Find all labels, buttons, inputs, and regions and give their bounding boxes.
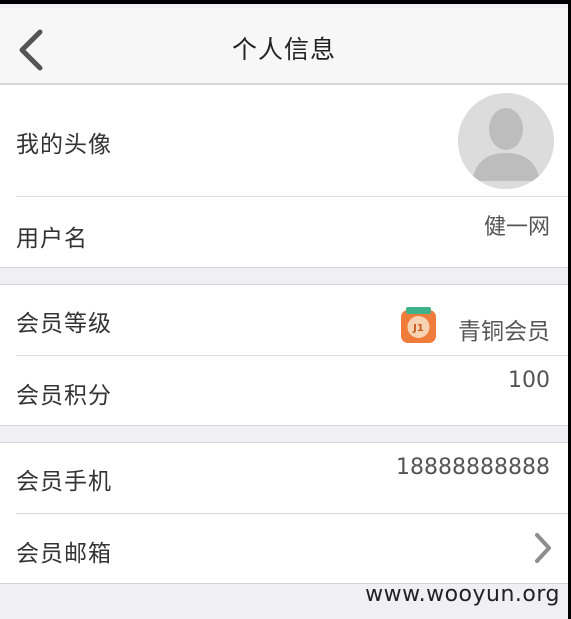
chevron-right-icon [535, 533, 551, 563]
username-label: 用户名 [16, 226, 88, 252]
username-row: 用户名 健一网 [0, 197, 568, 269]
member-level-row: 会员等级 J1 青铜会员 [0, 285, 568, 355]
member-email-label: 会员邮箱 [16, 541, 112, 567]
profile-group: 我的头像 用户名 健一网 [0, 84, 568, 268]
avatar[interactable] [458, 93, 554, 189]
avatar-row[interactable]: 我的头像 [0, 85, 568, 196]
member-phone-value: 18888888888 [396, 455, 550, 480]
username-value: 健一网 [483, 215, 550, 240]
member-phone-row: 会员手机 18888888888 [0, 443, 568, 513]
membership-group: 会员等级 J1 青铜会员 会员积分 100 [0, 284, 568, 426]
member-level-label: 会员等级 [16, 311, 112, 337]
member-email-row[interactable]: 会员邮箱 [0, 514, 568, 585]
badge-text: J1 [412, 323, 424, 334]
bronze-badge-icon: J1 [400, 307, 437, 344]
member-points-value: 100 [508, 368, 550, 393]
member-points-row: 会员积分 100 [0, 356, 568, 427]
watermark: www.wooyun.org [365, 582, 560, 607]
member-level-value: 青铜会员 [458, 319, 550, 345]
avatar-label: 我的头像 [16, 132, 112, 158]
default-user-icon [458, 93, 554, 189]
page-title: 个人信息 [231, 35, 336, 64]
app-screen: 个人信息 我的头像 用户名 健一网 会员等级 J1 青铜会员 会员积分 100 … [0, 0, 568, 619]
member-points-label: 会员积分 [16, 383, 112, 409]
contact-group: 会员手机 18888888888 会员邮箱 [0, 442, 568, 584]
nav-bar: 个人信息 [0, 8, 568, 84]
member-phone-label: 会员手机 [16, 469, 112, 495]
